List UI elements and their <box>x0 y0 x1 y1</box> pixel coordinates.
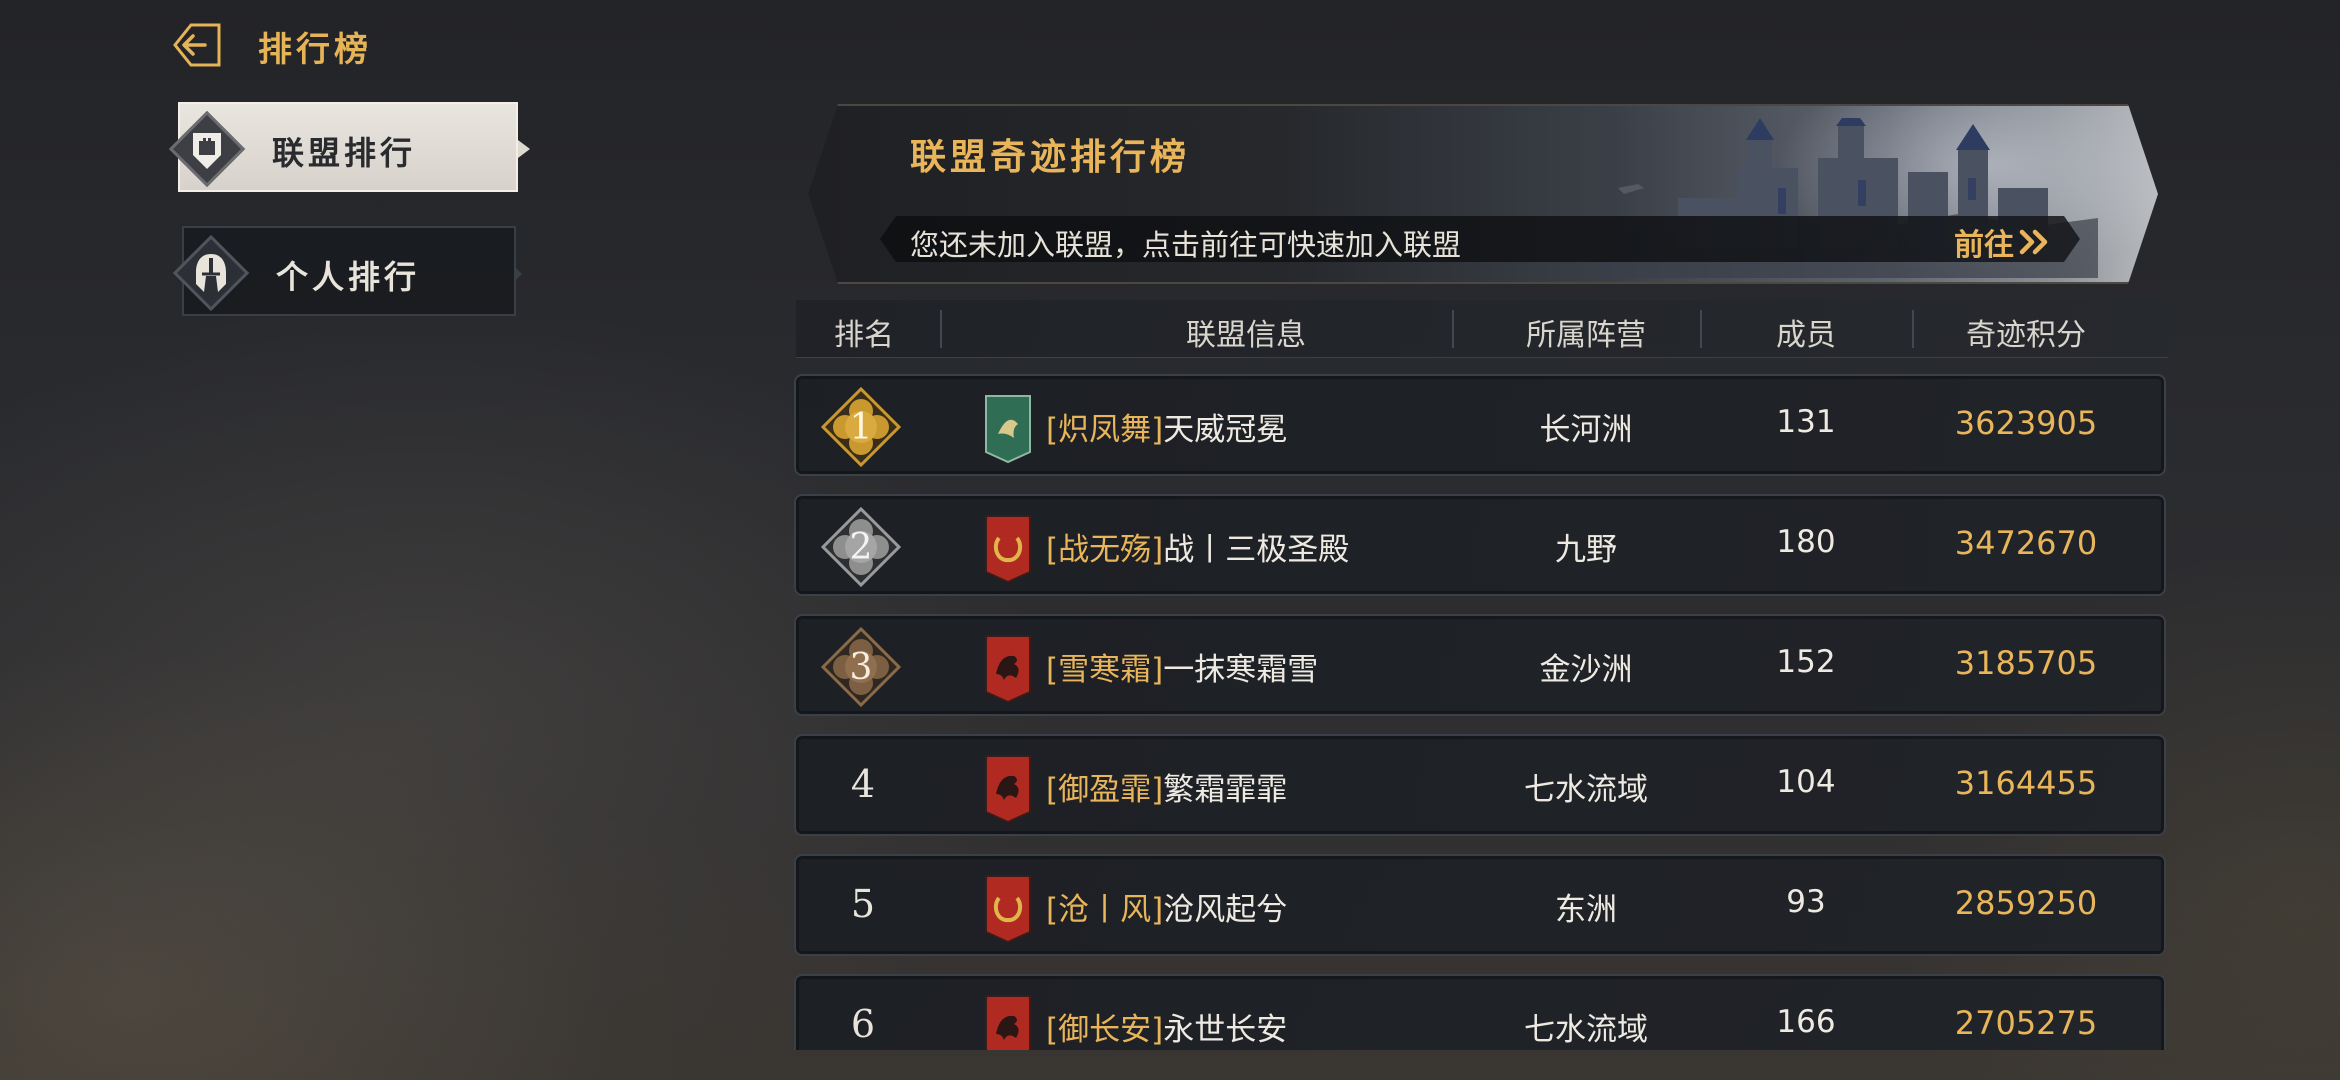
members-cell: 180 <box>1776 524 1836 560</box>
camp-cell: 金沙洲 <box>1539 652 1633 688</box>
red-laurel-flag-icon <box>985 875 1031 944</box>
silver-rank-badge-icon: 2 <box>820 506 902 588</box>
alliance-name: [战无殇]战丨三极圣殿 <box>1046 524 1349 569</box>
gold-rank-badge-icon: 1 <box>820 386 902 468</box>
alliance-tag: [御长安] <box>1046 1012 1164 1048</box>
alliance-tag: [炽凤舞] <box>1046 412 1164 448</box>
red-dragon-flag-icon <box>985 635 1031 704</box>
alliance-title: 沧风起兮 <box>1163 892 1288 928</box>
ranking-list[interactable]: 1 [炽凤舞]天威冠冕 长河洲 131 3623905 2 [战无殇]战丨三极圣… <box>0 0 2340 1050</box>
score-cell: 3472670 <box>1954 524 2098 562</box>
rank-number: 3 <box>849 646 873 688</box>
green-phoenix-flag-icon <box>985 395 1031 464</box>
camp-cell: 七水流域 <box>1524 1012 1648 1048</box>
alliance-tag: [战无殇] <box>1046 532 1164 568</box>
camp-cell: 七水流域 <box>1524 772 1648 808</box>
members-cell: 131 <box>1776 404 1836 440</box>
alliance-name: [御长安]永世长安 <box>1046 1004 1287 1049</box>
score-cell: 3623905 <box>1954 404 2098 442</box>
members-cell: 104 <box>1776 764 1836 800</box>
red-dragon-flag-icon <box>985 755 1031 824</box>
alliance-title: 天威冠冕 <box>1163 412 1288 448</box>
score-cell: 3185705 <box>1954 644 2098 682</box>
red-laurel-flag-icon <box>985 515 1031 584</box>
alliance-title: 战丨三极圣殿 <box>1163 532 1350 568</box>
rank-number: 6 <box>850 1002 876 1046</box>
bronze-rank-badge-icon: 3 <box>820 626 902 708</box>
table-row[interactable]: 5 [沧丨风]沧风起兮 东洲 93 2859250 <box>794 854 2166 956</box>
members-cell: 93 <box>1786 884 1826 920</box>
red-dragon-flag-icon <box>985 995 1031 1050</box>
camp-cell: 九野 <box>1555 532 1617 568</box>
rank-number: 1 <box>849 406 873 448</box>
alliance-name: [炽凤舞]天威冠冕 <box>1046 404 1287 449</box>
members-cell: 166 <box>1776 1004 1836 1040</box>
table-row[interactable]: 3 [雪寒霜]一抹寒霜雪 金沙洲 152 3185705 <box>794 614 2166 716</box>
score-cell: 3164455 <box>1954 764 2098 802</box>
score-cell: 2859250 <box>1954 884 2098 922</box>
camp-cell: 东洲 <box>1555 892 1617 928</box>
rank-number: 4 <box>850 762 876 806</box>
members-cell: 152 <box>1776 644 1836 680</box>
rank-number: 2 <box>849 526 873 568</box>
rank-number: 5 <box>850 882 876 926</box>
camp-cell: 长河洲 <box>1539 412 1633 448</box>
alliance-title: 繁霜霏霏 <box>1163 772 1288 808</box>
alliance-tag: [御盈霏] <box>1046 772 1164 808</box>
table-row[interactable]: 4 [御盈霏]繁霜霏霏 七水流域 104 3164455 <box>794 734 2166 836</box>
alliance-name: [御盈霏]繁霜霏霏 <box>1046 764 1287 809</box>
alliance-tag: [雪寒霜] <box>1046 652 1164 688</box>
alliance-name: [雪寒霜]一抹寒霜雪 <box>1046 644 1318 689</box>
castle-shield-icon <box>193 133 221 169</box>
score-cell: 2705275 <box>1954 1004 2098 1042</box>
table-row[interactable]: 6 [御长安]永世长安 七水流域 166 2705275 <box>794 974 2166 1050</box>
alliance-name: [沧丨风]沧风起兮 <box>1046 884 1287 929</box>
alliance-title: 一抹寒霜雪 <box>1163 652 1319 688</box>
alliance-title: 永世长安 <box>1163 1012 1288 1048</box>
table-row[interactable]: 1 [炽凤舞]天威冠冕 长河洲 131 3623905 <box>794 374 2166 476</box>
table-row[interactable]: 2 [战无殇]战丨三极圣殿 九野 180 3472670 <box>794 494 2166 596</box>
spartan-helmet-icon <box>196 254 226 292</box>
alliance-tag: [沧丨风] <box>1046 892 1164 928</box>
